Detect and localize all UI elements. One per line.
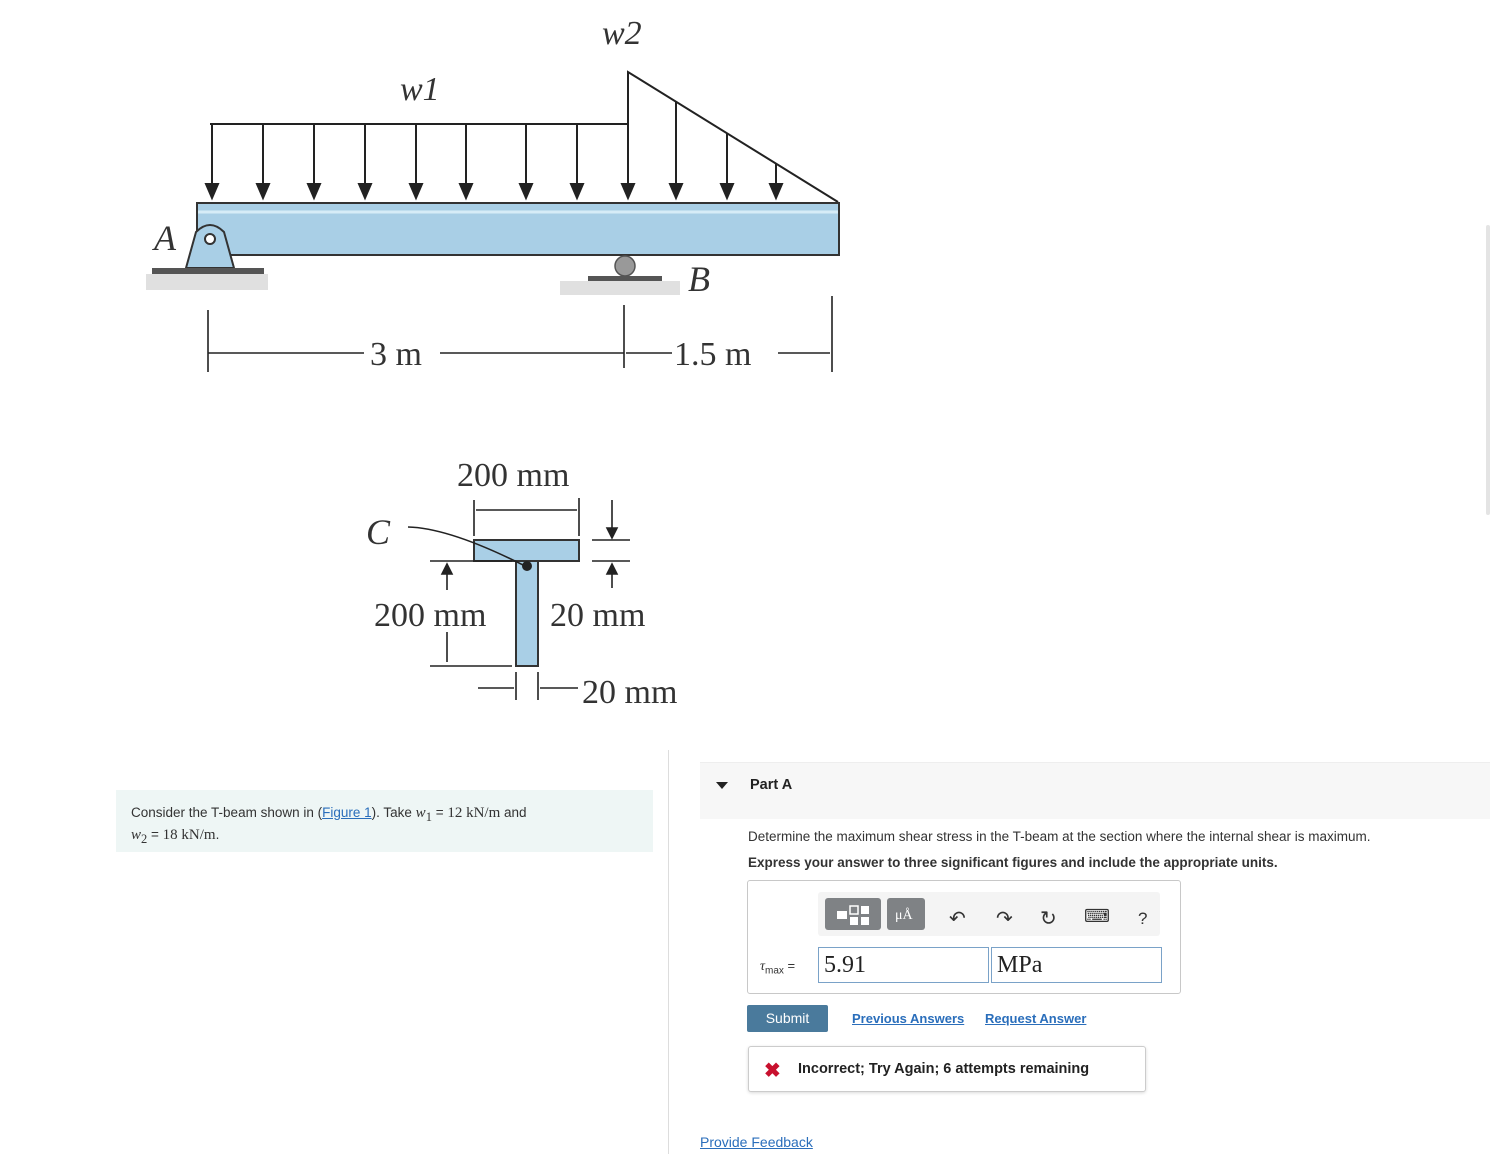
templates-icon xyxy=(837,905,869,925)
part-header[interactable] xyxy=(700,762,1490,819)
label-centroid-c: C xyxy=(366,512,391,552)
roller-support-b xyxy=(560,255,680,295)
problem-text-end: . xyxy=(215,827,220,842)
part-title: Part A xyxy=(750,777,793,793)
reset-icon[interactable]: ↻ xyxy=(1040,906,1057,931)
label-span-1-5m: 1.5 m xyxy=(674,336,751,373)
figure: w1 w2 A B 3 m 1.5 m 200 mm C 200 mm 20 m… xyxy=(0,0,1490,740)
submit-button[interactable]: Submit xyxy=(747,1005,828,1032)
label-a: A xyxy=(152,218,177,258)
keyboard-icon[interactable]: ⌨ xyxy=(1084,906,1110,927)
problem-text-mid: ). Take xyxy=(371,805,416,820)
label-w2: w2 xyxy=(602,15,642,52)
feedback-text: Incorrect; Try Again; 6 attempts remaini… xyxy=(798,1061,1090,1077)
answer-label: τmax = xyxy=(760,958,796,977)
answer-value-input[interactable]: 5.91 xyxy=(818,947,989,983)
instruction-text: Express your answer to three significant… xyxy=(748,855,1278,870)
previous-answers-link[interactable]: Previous Answers xyxy=(852,1011,964,1026)
answer-units-input[interactable]: MPa xyxy=(991,947,1162,983)
help-icon[interactable]: ? xyxy=(1138,909,1147,929)
w2-symbol: w2 xyxy=(131,827,148,846)
load-arrows xyxy=(204,102,784,201)
w2-value: 18 kN/m xyxy=(162,827,216,843)
collapse-caret-icon[interactable] xyxy=(716,782,728,789)
scrollbar-edge[interactable] xyxy=(1486,225,1490,515)
redo-icon[interactable]: ↷ xyxy=(996,906,1013,931)
beam-figure: w1 w2 A B 3 m 1.5 m 200 mm C 200 mm 20 m… xyxy=(146,15,840,711)
incorrect-icon: ✖ xyxy=(764,1060,781,1082)
load-w2-outline xyxy=(627,70,839,203)
provide-feedback-link[interactable]: Provide Feedback xyxy=(700,1134,813,1150)
label-flange-width: 200 mm xyxy=(457,457,569,494)
label-w1: w1 xyxy=(400,71,440,108)
w1-value: 12 kN/m xyxy=(447,805,501,821)
units-button[interactable]: μÅ xyxy=(887,898,925,930)
column-divider xyxy=(668,750,669,1154)
problem-text-and: and xyxy=(500,805,527,820)
figure-link[interactable]: Figure 1 xyxy=(322,805,372,820)
undo-icon[interactable]: ↶ xyxy=(949,906,966,931)
label-depth: 200 mm xyxy=(374,597,486,634)
question-text: Determine the maximum shear stress in th… xyxy=(748,829,1371,844)
label-span-3m: 3 m xyxy=(370,336,422,373)
units-icon: μÅ xyxy=(895,908,913,923)
request-answer-link[interactable]: Request Answer xyxy=(985,1011,1086,1026)
label-flange-thickness: 20 mm xyxy=(550,597,645,634)
problem-text-prefix: Consider the T-beam shown in ( xyxy=(131,805,323,820)
label-web-thickness: 20 mm xyxy=(582,674,677,711)
templates-button[interactable] xyxy=(825,898,881,930)
label-b: B xyxy=(688,259,710,299)
w1-symbol: w1 xyxy=(415,805,432,824)
problem-statement: Consider the T-beam shown in (Figure 1).… xyxy=(116,790,653,852)
